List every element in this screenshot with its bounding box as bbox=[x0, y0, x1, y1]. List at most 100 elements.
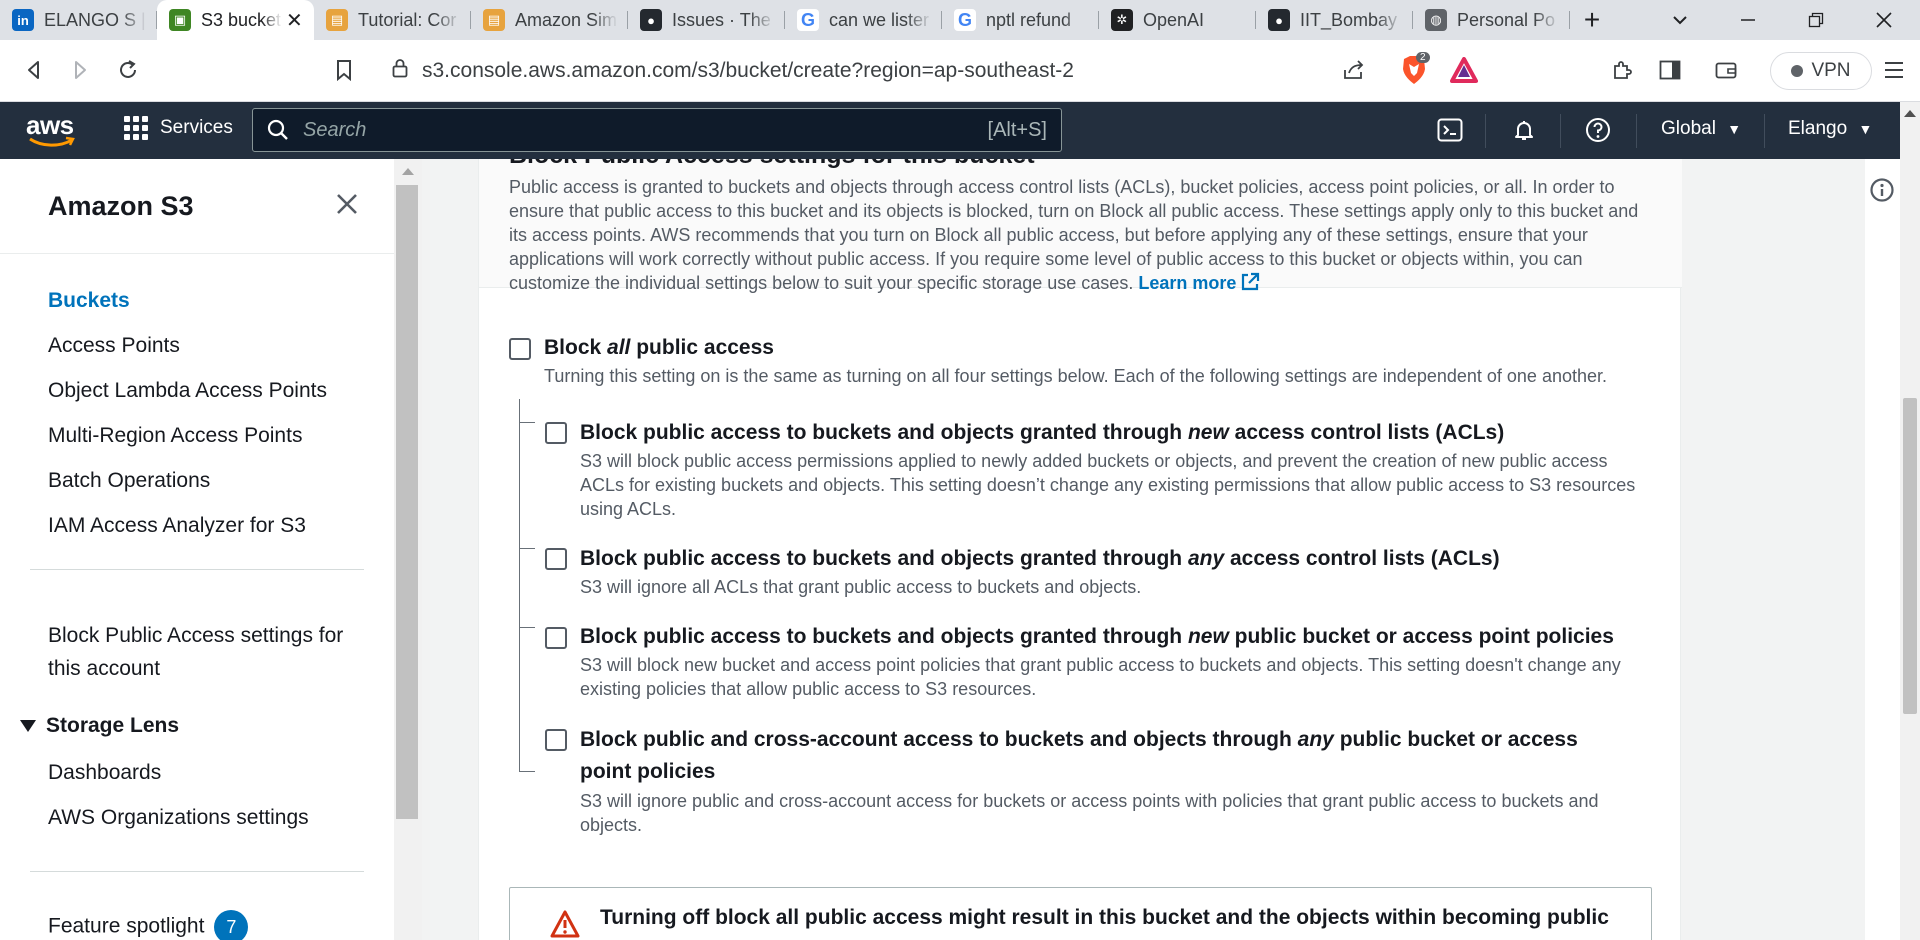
nav-item-dashboards[interactable]: Dashboards bbox=[48, 761, 161, 785]
aws-smile-icon bbox=[29, 136, 75, 147]
scroll-up-arrow-icon[interactable] bbox=[1904, 110, 1916, 117]
tree-branch bbox=[519, 627, 535, 628]
bookmark-icon[interactable] bbox=[324, 50, 364, 90]
block-all-public-access-label: Block all public access bbox=[544, 336, 774, 359]
account-menu[interactable]: Elango ▼ bbox=[1788, 118, 1872, 140]
nav-item-iam-access-analyzer[interactable]: IAM Access Analyzer for S3 bbox=[48, 514, 306, 538]
aws-doc-icon: ▤ bbox=[326, 9, 348, 31]
region-label: Global bbox=[1661, 118, 1716, 139]
block-cross-account-policies-checkbox[interactable] bbox=[545, 729, 567, 751]
services-menu-button[interactable]: Services bbox=[124, 116, 233, 140]
tab-title: can we lister bbox=[829, 9, 930, 30]
browser-tab[interactable]: ▤ Tutorial: Cor bbox=[314, 0, 471, 40]
url-field[interactable]: s3.console.aws.amazon.com/s3/bucket/crea… bbox=[372, 50, 1486, 92]
external-link-icon bbox=[1242, 272, 1260, 291]
share-icon[interactable] bbox=[1336, 52, 1372, 88]
block-cross-account-policies-description: S3 will ignore public and cross-account … bbox=[580, 791, 1599, 835]
browser-tab[interactable]: ▤ Amazon Sim bbox=[471, 0, 628, 40]
browser-tab[interactable]: ● IIT_Bombay bbox=[1256, 0, 1413, 40]
nav-section-label: Storage Lens bbox=[46, 714, 180, 737]
nav-item-multi-region-access-points[interactable]: Multi-Region Access Points bbox=[48, 424, 302, 448]
nav-item-access-points[interactable]: Access Points bbox=[48, 334, 180, 358]
block-cross-account-policies-label: Block public and cross-account access to… bbox=[580, 728, 1578, 783]
browser-tab[interactable]: ✲ OpenAI bbox=[1099, 0, 1256, 40]
header-divider bbox=[1636, 114, 1637, 148]
learn-more-link[interactable]: Learn more bbox=[1138, 272, 1260, 293]
nav-divider bbox=[30, 569, 364, 570]
browser-menu-icon[interactable] bbox=[1876, 52, 1912, 88]
block-all-public-access-checkbox[interactable] bbox=[509, 338, 531, 360]
aws-search-input[interactable]: Search [Alt+S] bbox=[252, 108, 1062, 152]
aws-console-header: aws Services Search [Alt+S] Global ▼ Ela… bbox=[0, 102, 1920, 159]
learn-more-label: Learn more bbox=[1138, 273, 1237, 293]
browser-tab[interactable]: Gcan we lister bbox=[785, 0, 942, 40]
header-divider bbox=[1764, 114, 1765, 148]
vpn-button[interactable]: VPN bbox=[1770, 52, 1872, 90]
services-grid-icon bbox=[124, 116, 148, 140]
public-access-warning-alert: Turning off block all public access migh… bbox=[509, 887, 1652, 940]
globe-icon: ◍ bbox=[1425, 9, 1447, 31]
google-icon: G bbox=[797, 9, 819, 31]
warning-text: Turning off block all public access migh… bbox=[600, 906, 1609, 929]
nav-item-buckets[interactable]: Buckets bbox=[48, 289, 130, 313]
tab-title: Personal Po bbox=[1457, 9, 1556, 30]
block-new-policies-description: S3 will block new bucket and access poin… bbox=[580, 655, 1621, 699]
block-any-acls-checkbox[interactable] bbox=[545, 548, 567, 570]
cloudshell-icon[interactable] bbox=[1434, 114, 1466, 146]
help-icon[interactable] bbox=[1582, 114, 1614, 146]
brave-shield-icon[interactable]: 2 bbox=[1396, 52, 1432, 88]
block-new-policies-checkbox[interactable] bbox=[545, 627, 567, 649]
brave-rewards-icon[interactable] bbox=[1446, 52, 1482, 88]
forward-button[interactable] bbox=[60, 50, 100, 90]
browser-tab[interactable]: in ELANGO S | bbox=[0, 0, 157, 40]
close-window-button[interactable] bbox=[1856, 0, 1912, 40]
block-new-acls-description: S3 will block public access permissions … bbox=[580, 451, 1636, 519]
block-public-access-panel: Block Public Access settings for this bu… bbox=[478, 159, 1682, 940]
browser-tab[interactable]: ▣ S3 bucket ✕ bbox=[157, 0, 314, 40]
nav-item-batch-operations[interactable]: Batch Operations bbox=[48, 469, 210, 493]
tab-title: Tutorial: Cor bbox=[358, 9, 457, 30]
tab-title: OpenAI bbox=[1143, 9, 1205, 30]
nav-item-account-block-public-access[interactable]: Block Public Access settings for this ac… bbox=[48, 619, 343, 685]
nav-item-label: Feature spotlight bbox=[48, 914, 205, 938]
tab-search-chevron-icon[interactable] bbox=[1652, 0, 1708, 40]
search-shortcut-hint: [Alt+S] bbox=[987, 118, 1047, 141]
minimize-button[interactable] bbox=[1720, 0, 1776, 40]
scroll-up-arrow-icon[interactable] bbox=[402, 168, 414, 175]
back-button[interactable] bbox=[14, 50, 54, 90]
brave-counter: 2 bbox=[1416, 52, 1430, 63]
nav-item-label-line2: this account bbox=[48, 657, 161, 680]
tree-branch bbox=[519, 422, 535, 423]
nav-item-feature-spotlight[interactable]: Feature spotlight 7 bbox=[48, 910, 249, 940]
nav-item-aws-organizations-settings[interactable]: AWS Organizations settings bbox=[48, 806, 309, 830]
nav-scrollbar[interactable] bbox=[394, 159, 422, 940]
github-icon: ● bbox=[1268, 9, 1290, 31]
block-any-acls-label: Block public access to buckets and objec… bbox=[580, 547, 1500, 570]
sidebar-toggle-icon[interactable] bbox=[1652, 52, 1688, 88]
browser-tab-strip: in ELANGO S | ▣ S3 bucket ✕ ▤ Tutorial: Cor ▤ Am… bbox=[0, 0, 1920, 40]
reload-button[interactable] bbox=[108, 50, 148, 90]
region-selector[interactable]: Global ▼ bbox=[1661, 118, 1741, 140]
info-icon[interactable] bbox=[1869, 177, 1895, 208]
wallet-icon[interactable] bbox=[1708, 52, 1744, 88]
aws-logo[interactable]: aws bbox=[26, 110, 78, 150]
nav-section-storage-lens[interactable]: Storage Lens bbox=[20, 714, 179, 738]
new-tab-button[interactable]: + bbox=[1570, 0, 1614, 40]
restore-button[interactable] bbox=[1788, 0, 1844, 40]
close-tab-icon[interactable]: ✕ bbox=[286, 8, 304, 33]
extensions-icon[interactable] bbox=[1604, 52, 1640, 88]
browser-tab[interactable]: Gnptl refund bbox=[942, 0, 1099, 40]
browser-tab[interactable]: ● Issues · The bbox=[628, 0, 785, 40]
block-new-acls-label: Block public access to buckets and objec… bbox=[580, 421, 1505, 444]
notifications-bell-icon[interactable] bbox=[1508, 114, 1540, 146]
nav-item-object-lambda-access-points[interactable]: Object Lambda Access Points bbox=[48, 379, 327, 403]
linkedin-icon: in bbox=[12, 9, 34, 31]
tab-title: S3 bucket bbox=[201, 9, 282, 30]
nav-scrollbar-thumb[interactable] bbox=[396, 185, 418, 819]
block-new-acls-checkbox[interactable] bbox=[545, 422, 567, 444]
browser-tab[interactable]: ◍ Personal Po bbox=[1413, 0, 1570, 40]
page-scrollbar[interactable] bbox=[1900, 102, 1920, 940]
tab-title: Issues · The bbox=[672, 9, 771, 30]
close-nav-icon[interactable] bbox=[336, 193, 358, 220]
page-scrollbar-thumb[interactable] bbox=[1903, 398, 1917, 714]
